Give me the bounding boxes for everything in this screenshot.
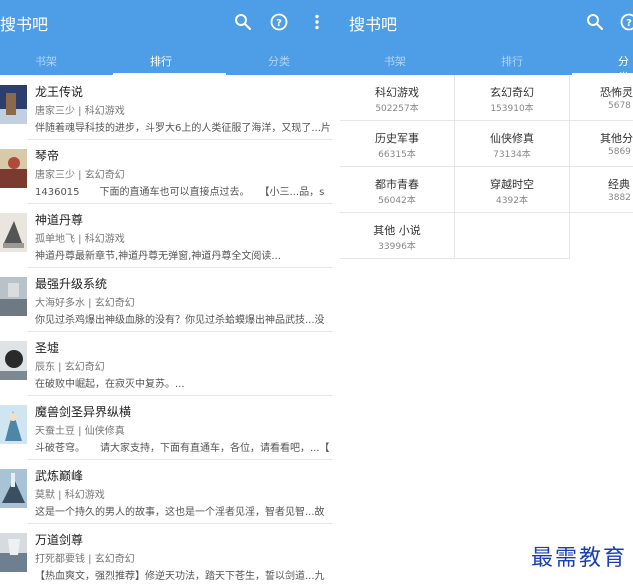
book-author-category: 莫默 | 科幻游戏: [35, 490, 105, 501]
tab-ranking[interactable]: 排行: [501, 53, 523, 69]
category-cell[interactable]: 其他分 5869: [570, 121, 633, 167]
category-cell[interactable]: 历史军事 66315本: [340, 121, 455, 167]
book-author-category: 大海好多水 | 玄幻奇幻: [35, 298, 135, 309]
category-count: 56042本: [378, 196, 416, 206]
category-name: 玄幻奇幻: [490, 86, 534, 99]
category-cell-empty: [455, 213, 570, 259]
app-title: 搜书吧: [0, 15, 49, 34]
category-cell[interactable]: 都市青春 56042本: [340, 167, 455, 213]
category-count: 4392本: [496, 196, 528, 206]
tab-ranking[interactable]: 排行: [150, 53, 172, 69]
book-author-category: 唐家三少 | 科幻游戏: [35, 106, 125, 117]
category-cell[interactable]: 科幻游戏 502257本: [340, 75, 455, 121]
book-description: 1436015 下面的直通车也可以直接点过去。 【小三...品，s: [35, 187, 325, 198]
book-title: 神道丹尊: [35, 213, 84, 227]
book-list-item[interactable]: 魔兽剑圣异界纵横 天蚕土豆 | 仙侠修真 斗破苍穹。 请大家支持，下面有直通车，…: [0, 396, 340, 460]
category-name: 其他 小说: [373, 224, 421, 237]
category-count: 66315本: [378, 150, 416, 160]
category-cell[interactable]: 恐怖灵 5678: [570, 75, 633, 121]
app-bar: 搜书吧 ?: [0, 0, 340, 47]
book-title: 万道剑尊: [35, 533, 84, 547]
category-cell[interactable]: 玄幻奇幻 153910本: [455, 75, 570, 121]
search-icon[interactable]: [585, 12, 605, 32]
book-title: 龙王传说: [35, 85, 84, 99]
category-count: 5678: [608, 101, 631, 111]
book-cover: [0, 85, 27, 124]
category-name: 恐怖灵: [600, 86, 633, 99]
search-icon[interactable]: [233, 12, 253, 32]
book-title: 魔兽剑圣异界纵横: [35, 405, 132, 419]
category-cell[interactable]: 其他 小说 33996本: [340, 213, 455, 259]
category-name: 科幻游戏: [375, 86, 419, 99]
book-description: 在破败中崛起，在寂灭中复苏。...: [35, 379, 185, 390]
category-name: 经典: [608, 178, 630, 191]
book-title: 最强升级系统: [35, 277, 108, 291]
book-author-category: 辰东 | 玄幻奇幻: [35, 362, 105, 373]
tab-bar: 书架 排行 分类: [340, 47, 633, 84]
book-cover: [0, 533, 27, 572]
category-screen: 搜书吧 ? 书架 排行 分类 科幻游戏 502257本 玄幻奇幻 153910本…: [340, 0, 633, 584]
watermark: 最需教育: [530, 546, 627, 571]
tab-category[interactable]: 分类: [268, 53, 290, 69]
book-description: 你见过杀鸡爆出神级血脉的没有？你见过杀蛤蟆爆出神品武技...没: [35, 315, 325, 326]
category-count: 5869: [608, 147, 631, 157]
tab-bookshelf[interactable]: 书架: [384, 53, 406, 69]
category-cell[interactable]: 穿越时空 4392本: [455, 167, 570, 213]
book-list-item[interactable]: 琴帝 唐家三少 | 玄幻奇幻 1436015 下面的直通车也可以直接点过去。 【…: [0, 140, 340, 204]
svg-text:?: ?: [626, 18, 632, 29]
tab-bar: 书架 排行 分类: [0, 47, 340, 75]
book-cover: [0, 341, 27, 380]
book-list-item[interactable]: 武炼巅峰 莫默 | 科幻游戏 这是一个持久的男人的故事，这也是一个淫者见淫，智者…: [0, 460, 340, 524]
help-icon[interactable]: ?: [619, 12, 633, 32]
book-description: 【热血爽文，强烈推荐】修逆天功法，踏天下苍生，誓以剑道...九: [35, 571, 325, 582]
category-name: 仙侠修真: [490, 132, 534, 145]
svg-text:?: ?: [276, 18, 282, 29]
category-count: 3882: [608, 193, 631, 203]
book-title: 圣墟: [35, 341, 60, 355]
book-title: 武炼巅峰: [35, 469, 84, 483]
book-list-item[interactable]: 圣墟 辰东 | 玄幻奇幻 在破败中崛起，在寂灭中复苏。...: [0, 332, 340, 396]
book-description: 斗破苍穹。 请大家支持，下面有直通车，各位，请看看吧，...【: [35, 443, 330, 454]
book-description: 这是一个持久的男人的故事，这也是一个淫者见淫，智者见智...故: [35, 507, 325, 518]
book-cover: [0, 277, 27, 316]
book-author-category: 天蚕土豆 | 仙侠修真: [35, 426, 125, 437]
category-count: 153910本: [490, 104, 534, 114]
ranking-screen: 搜书吧 ? 书架 排行 分类 龙王传说 唐家三少 | 科幻游戏 伴随着魂导科技的…: [0, 0, 340, 584]
book-description: 伴随着魂导科技的进步，斗罗大6上的人类征服了海洋，又现了...片: [35, 123, 331, 134]
category-count: 33996本: [378, 242, 416, 252]
book-title: 琴帝: [35, 149, 60, 163]
book-author-category: 孤单地飞 | 科幻游戏: [35, 234, 125, 245]
help-icon[interactable]: ?: [269, 12, 289, 32]
category-name: 其他分: [600, 132, 633, 145]
book-cover: [0, 149, 27, 188]
book-author-category: 唐家三少 | 玄幻奇幻: [35, 170, 125, 181]
book-cover: [0, 469, 27, 508]
app-bar: 搜书吧 ?: [340, 0, 633, 47]
category-name: 都市青春: [375, 178, 419, 191]
app-title: 搜书吧: [349, 15, 398, 34]
category-cell[interactable]: 仙侠修真 73134本: [455, 121, 570, 167]
book-cover: [0, 405, 27, 444]
category-cell[interactable]: 经典 3882: [570, 167, 633, 213]
category-count: 502257本: [375, 104, 419, 114]
book-description: 神道丹尊最新章节,神道丹尊无弹窗,神道丹尊全文阅读...: [35, 251, 281, 262]
category-name: 穿越时空: [490, 178, 534, 191]
more-vert-icon[interactable]: [307, 12, 327, 32]
category-count: 73134本: [493, 150, 531, 160]
book-list-item[interactable]: 最强升级系统 大海好多水 | 玄幻奇幻 你见过杀鸡爆出神级血脉的没有？你见过杀蛤…: [0, 268, 340, 332]
active-tab-indicator: [113, 73, 226, 75]
book-list-item[interactable]: 万道剑尊 打死都要钱 | 玄幻奇幻 【热血爽文，强烈推荐】修逆天功法，踏天下苍生…: [0, 524, 340, 584]
category-name: 历史军事: [375, 132, 419, 145]
book-cover: [0, 213, 27, 252]
book-list-item[interactable]: 龙王传说 唐家三少 | 科幻游戏 伴随着魂导科技的进步，斗罗大6上的人类征服了海…: [0, 76, 340, 140]
book-list-item[interactable]: 神道丹尊 孤单地飞 | 科幻游戏 神道丹尊最新章节,神道丹尊无弹窗,神道丹尊全文…: [0, 204, 340, 268]
tab-bookshelf[interactable]: 书架: [35, 53, 57, 69]
book-author-category: 打死都要钱 | 玄幻奇幻: [35, 554, 135, 565]
